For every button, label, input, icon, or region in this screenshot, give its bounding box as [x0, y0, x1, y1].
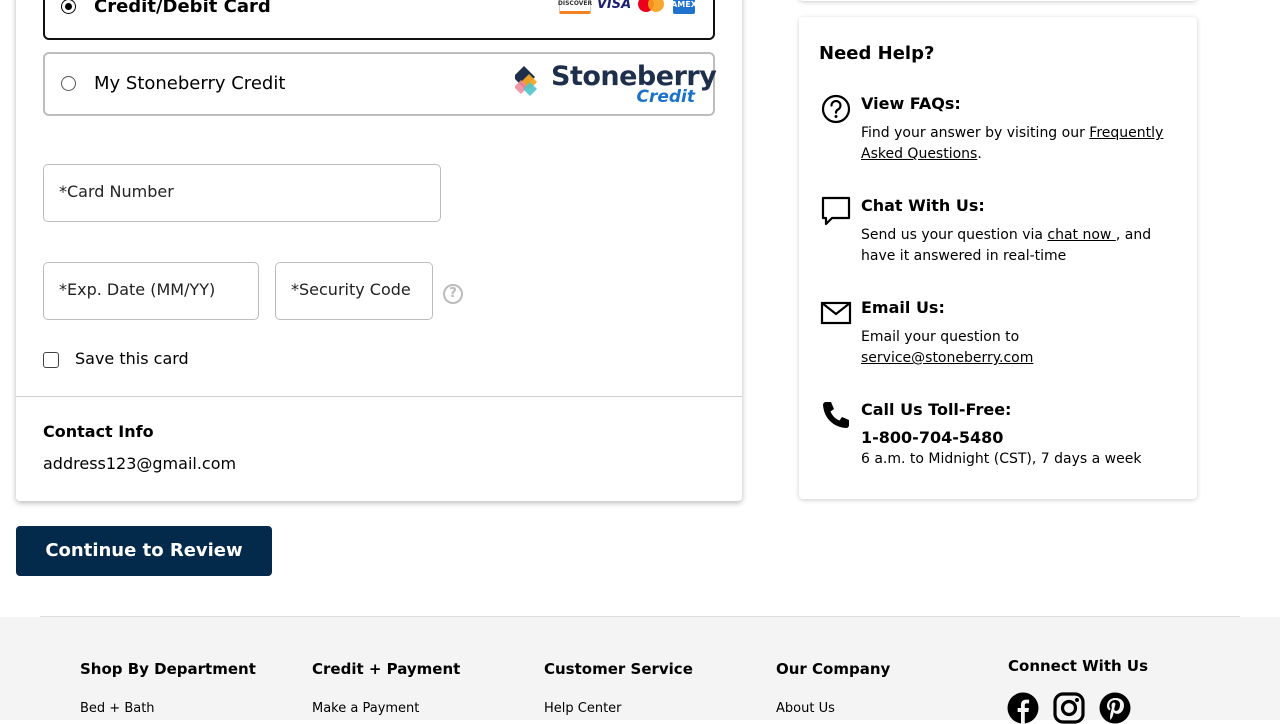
credit-debit-option[interactable]: Credit/Debit Card DISCOVER VISA AMEX [43, 0, 715, 40]
payment-panel: Credit/Debit Card DISCOVER VISA AMEX My … [16, 0, 742, 501]
contact-info-title: Contact Info [43, 422, 154, 441]
call-title: Call Us Toll-Free: [861, 400, 1012, 419]
stoneberry-diamond-icon [515, 66, 537, 96]
stoneberry-credit-radio[interactable] [61, 76, 76, 91]
email-link[interactable]: service@stoneberry.com [861, 350, 1033, 366]
section-divider [16, 396, 742, 397]
security-code-field[interactable]: *Security Code [275, 262, 433, 320]
pinterest-icon[interactable] [1099, 692, 1131, 724]
credit-debit-radio[interactable] [61, 0, 76, 14]
mastercard-logo [637, 0, 667, 14]
stoneberry-logo-credit: Credit [636, 87, 695, 107]
chat-bubble-icon [821, 196, 851, 226]
card-number-field[interactable]: *Card Number [43, 164, 441, 222]
order-summary-panel-edge [799, 0, 1197, 1]
stoneberry-credit-label: My Stoneberry Credit [94, 73, 286, 94]
facebook-icon[interactable] [1007, 692, 1039, 724]
footer-link-about-us[interactable]: About Us [776, 701, 835, 716]
stoneberry-credit-logo: Stoneberry Credit [515, 60, 717, 110]
instagram-icon[interactable] [1053, 692, 1085, 724]
call-hours: 6 a.m. to Midnight (CST), 7 days a week [861, 451, 1142, 467]
need-help-title: Need Help? [819, 43, 935, 64]
chat-title: Chat With Us: [861, 196, 985, 215]
footer-link-make-payment[interactable]: Make a Payment [312, 701, 419, 716]
need-help-panel: Need Help? View FAQs: Find your answer b… [799, 17, 1197, 499]
exp-date-field[interactable]: *Exp. Date (MM/YY) [43, 262, 259, 320]
save-card-checkbox[interactable] [43, 352, 59, 368]
chat-text: Send us your question via chat now , and… [861, 227, 1152, 264]
save-card-label: Save this card [75, 349, 189, 368]
card-brands: DISCOVER VISA AMEX [558, 0, 697, 14]
footer-heading-credit: Credit + Payment [312, 660, 461, 678]
continue-to-review-button[interactable]: Continue to Review [16, 526, 272, 576]
envelope-icon [820, 301, 852, 325]
visa-logo: VISA [596, 0, 632, 12]
faq-title: View FAQs: [861, 94, 961, 113]
footer: Shop By Department Bed + Bath Credit + P… [0, 617, 1280, 724]
stoneberry-credit-option[interactable]: My Stoneberry Credit Stoneberry Credit [43, 52, 717, 116]
discover-logo: DISCOVER [558, 0, 592, 14]
email-title: Email Us: [861, 298, 945, 317]
question-circle-icon [821, 94, 851, 124]
footer-link-bed-bath[interactable]: Bed + Bath [80, 701, 155, 716]
amex-logo: AMEX [671, 0, 697, 14]
phone-icon [823, 402, 849, 428]
footer-heading-company: Our Company [776, 660, 891, 678]
phone-number[interactable]: 1-800-704-5480 [861, 428, 1003, 447]
footer-heading-connect: Connect With Us [1008, 657, 1148, 675]
faq-text: Find your answer by visiting our Frequen… [861, 125, 1164, 162]
footer-heading-customer-service: Customer Service [544, 660, 693, 678]
contact-email: address123@gmail.com [43, 454, 237, 473]
security-code-help-icon[interactable]: ? [443, 284, 463, 304]
email-text: Email your question to service@stoneberr… [861, 329, 1034, 366]
chat-now-link[interactable]: chat now [1047, 227, 1115, 243]
footer-link-help-center[interactable]: Help Center [544, 701, 622, 716]
footer-heading-shop: Shop By Department [80, 660, 256, 678]
credit-debit-label: Credit/Debit Card [94, 0, 271, 17]
